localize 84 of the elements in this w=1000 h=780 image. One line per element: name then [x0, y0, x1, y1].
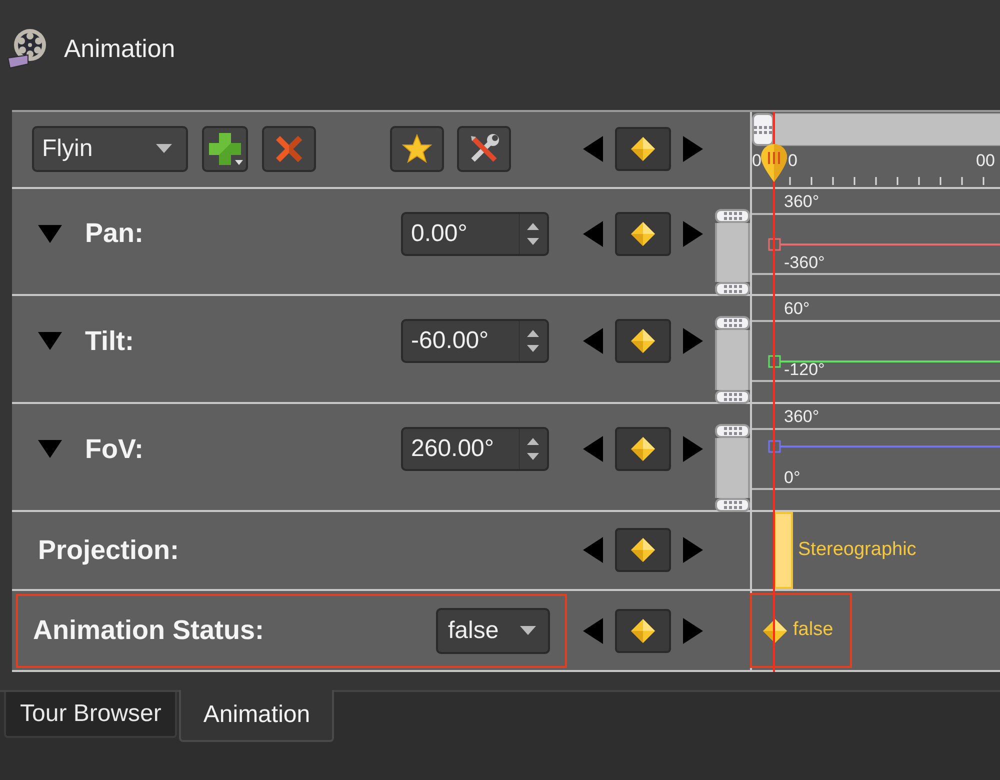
left-triangle-icon — [583, 436, 603, 462]
timeline-scrollbar[interactable] — [752, 113, 1000, 146]
right-triangle-icon — [683, 136, 703, 162]
next-keyframe-button[interactable] — [683, 618, 703, 644]
vertical-scrollbar[interactable] — [715, 316, 750, 404]
keyframe-diamond-icon[interactable] — [761, 616, 789, 645]
delete-button[interactable] — [262, 126, 316, 172]
row-label: Tilt: — [85, 325, 135, 358]
ruler-label: 00 — [976, 150, 995, 172]
next-keyframe-button[interactable] — [683, 136, 703, 162]
left-triangle-icon — [583, 328, 603, 354]
add-keyframe-button[interactable] — [615, 319, 671, 364]
grip-icon[interactable] — [722, 500, 742, 510]
next-keyframe-button[interactable] — [683, 220, 703, 247]
add-button[interactable] — [202, 126, 248, 172]
value-spinbox[interactable]: -60.00° — [401, 319, 549, 364]
add-keyframe-button[interactable] — [615, 608, 671, 653]
previous-keyframe-button[interactable] — [583, 618, 603, 644]
segment-label: Stereographic — [798, 538, 916, 562]
right-triangle-icon — [683, 618, 703, 644]
grip-icon[interactable] — [722, 392, 742, 402]
diamond-icon — [629, 434, 657, 463]
right-triangle-icon — [683, 328, 703, 354]
next-keyframe-button[interactable] — [683, 436, 703, 462]
previous-keyframe-button[interactable] — [583, 537, 603, 564]
previous-keyframe-button[interactable] — [583, 220, 603, 247]
tab[interactable]: Animation — [179, 690, 334, 742]
grip-icon[interactable] — [722, 318, 742, 328]
previous-keyframe-button[interactable] — [583, 136, 603, 162]
grip-icon[interactable] — [722, 210, 742, 221]
grip-icon[interactable] — [722, 426, 742, 436]
right-triangle-icon — [683, 537, 703, 564]
axis-max-label: 360° — [784, 192, 820, 210]
left-triangle-icon — [583, 537, 603, 564]
add-keyframe-button[interactable] — [615, 426, 671, 471]
axis-max-label: 360° — [784, 408, 820, 425]
down-triangle-icon[interactable] — [38, 224, 62, 243]
vertical-scrollbar[interactable] — [715, 208, 750, 296]
axis-min-label: -360° — [784, 254, 825, 271]
tab[interactable]: Tour Browser — [4, 692, 178, 738]
diamond-icon — [629, 536, 657, 564]
tools-button[interactable] — [457, 126, 511, 172]
favorite-button[interactable] — [390, 126, 444, 172]
axis-max-label: 60° — [784, 300, 810, 318]
left-triangle-icon — [583, 136, 603, 162]
row-label: Pan: — [85, 217, 145, 250]
left-triangle-icon — [583, 618, 603, 644]
next-keyframe-button[interactable] — [683, 328, 703, 354]
previous-keyframe-button[interactable] — [583, 328, 603, 354]
down-triangle-icon[interactable] — [38, 332, 62, 350]
row-label: Projection: — [38, 534, 180, 568]
add-keyframe-button[interactable] — [615, 212, 671, 256]
right-triangle-icon — [683, 220, 703, 247]
axis-min-label: -120° — [784, 361, 825, 378]
add-keyframe-button[interactable] — [615, 127, 671, 172]
grip-icon[interactable] — [753, 124, 773, 134]
value-dropdown[interactable]: false — [436, 608, 550, 654]
right-triangle-icon — [683, 436, 703, 462]
row-label: Animation Status: — [33, 614, 264, 648]
preset-dropdown[interactable]: Flyin — [32, 126, 188, 172]
caret-icon — [520, 626, 536, 636]
plus-icon — [207, 131, 243, 168]
row-label: FoV: — [85, 432, 144, 466]
diamond-icon — [629, 616, 657, 645]
value-spinbox[interactable]: 260.00° — [401, 426, 549, 471]
value-spinbox[interactable]: 0.00° — [401, 212, 549, 256]
previous-keyframe-button[interactable] — [583, 436, 603, 462]
add-keyframe-button[interactable] — [615, 528, 671, 572]
diamond-icon — [629, 327, 657, 356]
diamond-icon — [629, 135, 657, 164]
down-triangle-icon[interactable] — [38, 440, 62, 458]
diamond-icon — [629, 220, 657, 248]
next-keyframe-button[interactable] — [683, 537, 703, 564]
star-icon — [402, 134, 432, 164]
vertical-scrollbar[interactable] — [715, 424, 750, 512]
left-triangle-icon — [583, 220, 603, 247]
window-title: Animation — [64, 34, 176, 66]
caret-icon — [156, 144, 172, 154]
keyframe-label: false — [793, 618, 834, 642]
grip-icon[interactable] — [722, 284, 742, 294]
ruler-label: 0 — [752, 150, 762, 172]
ruler-label: 0 — [788, 150, 798, 172]
segment-bar[interactable] — [774, 512, 793, 590]
axis-min-label: 0° — [784, 468, 800, 486]
